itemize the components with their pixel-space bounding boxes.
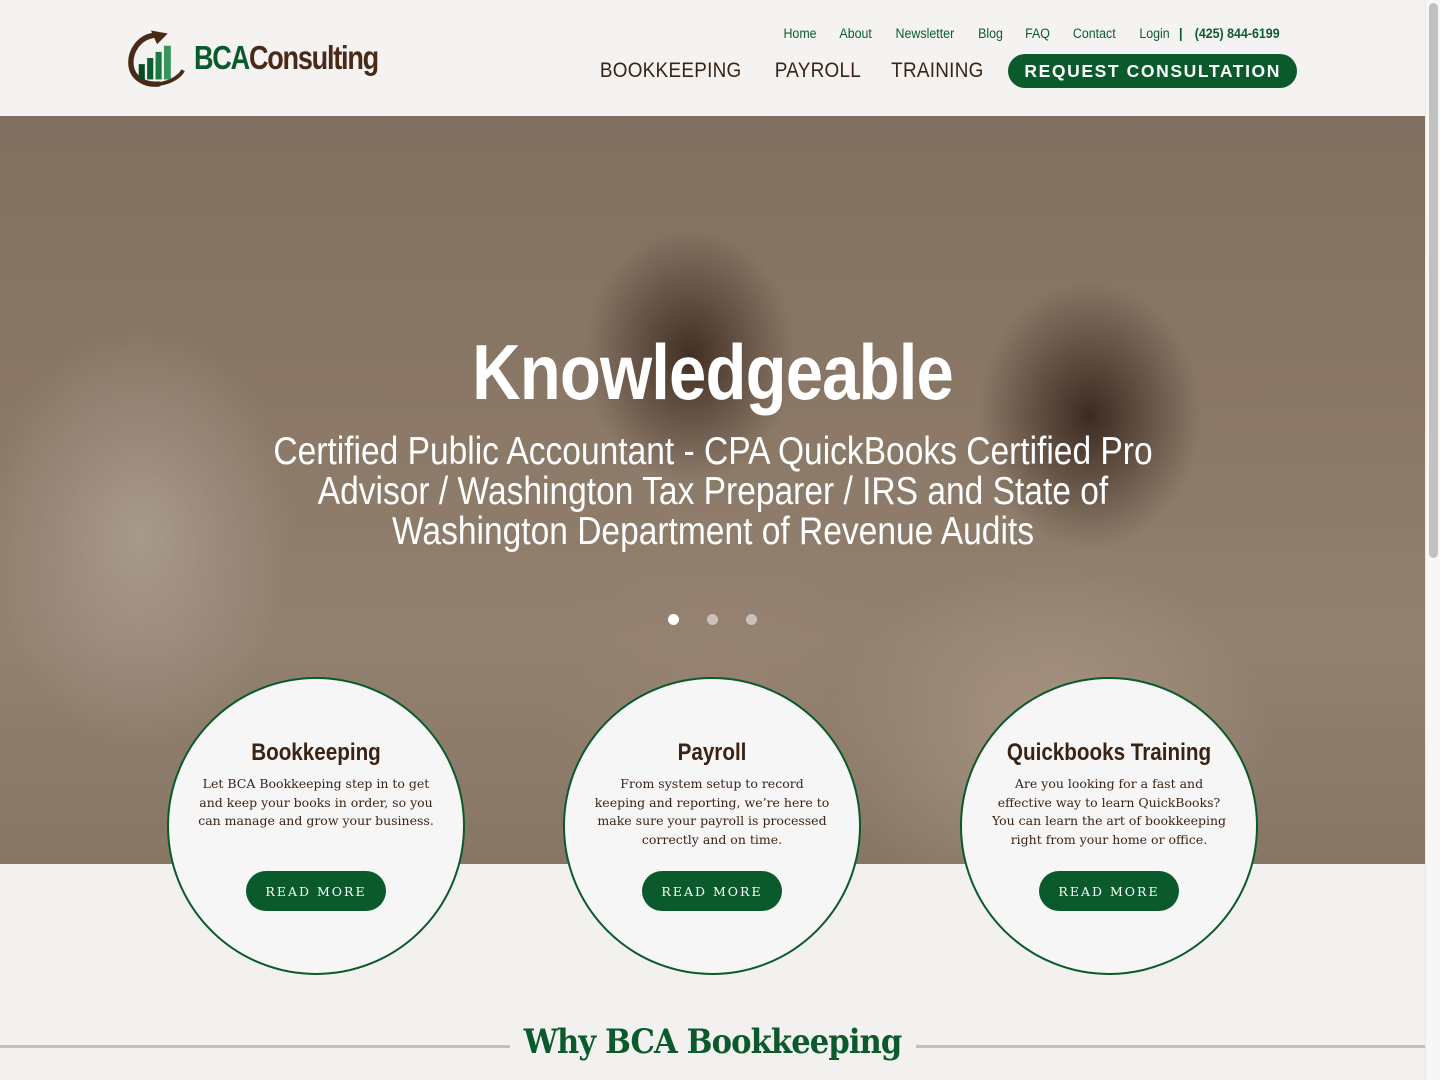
- nav-login-link[interactable]: Login: [1139, 26, 1169, 41]
- request-consultation-button[interactable]: REQUEST CONSULTATION: [1008, 54, 1297, 88]
- page-scrollbar[interactable]: [1425, 0, 1440, 1080]
- slider-dot-2[interactable]: [707, 614, 718, 625]
- card-title: Quickbooks Training: [1006, 739, 1212, 766]
- slider-dots: [0, 614, 1425, 625]
- nav-contact-link[interactable]: Contact: [1073, 26, 1116, 41]
- nav-newsletter-link[interactable]: Newsletter: [896, 26, 955, 41]
- card-title: Payroll: [677, 739, 747, 766]
- scrollbar-thumb[interactable]: [1429, 3, 1438, 558]
- card-text: Are you looking for a fast and effective…: [991, 776, 1227, 847]
- hero-title: Knowledgeable: [472, 328, 954, 416]
- nav-faq-link[interactable]: FAQ: [1025, 26, 1050, 41]
- nav-blog-link[interactable]: Blog: [978, 26, 1003, 41]
- main-nav: BOOKKEEPING PAYROLL TRAINING REQUEST CON…: [592, 54, 1297, 88]
- card-text: Let BCA Bookkeeping step in to get and k…: [198, 776, 434, 828]
- hero-subtitle: Certified Public Accountant - CPA QuickB…: [272, 430, 1153, 553]
- phone-link[interactable]: (425) 844-6199: [1194, 26, 1279, 41]
- site-header: BCAConsulting Home About Newsletter Blog…: [0, 0, 1425, 116]
- slider-dot-3[interactable]: [746, 614, 757, 625]
- logo-wordmark: BCAConsulting: [193, 39, 379, 77]
- logo-consulting: Consulting: [248, 39, 379, 76]
- logo[interactable]: BCAConsulting: [128, 20, 418, 96]
- utility-nav: Home About Newsletter Blog FAQ Contact L…: [762, 26, 1283, 41]
- card-title: Bookkeeping: [251, 739, 381, 766]
- read-more-button[interactable]: READ MORE: [246, 871, 386, 911]
- separator: |: [1178, 26, 1183, 41]
- nav-about-link[interactable]: About: [840, 26, 872, 41]
- service-card-payroll: Payroll From system setup to record keep…: [563, 677, 861, 975]
- nav-payroll[interactable]: PAYROLL: [775, 59, 861, 83]
- read-more-button[interactable]: READ MORE: [642, 871, 782, 911]
- card-text: From system setup to record keeping and …: [594, 776, 830, 847]
- slider-dot-1[interactable]: [668, 614, 679, 625]
- nav-bookkeeping[interactable]: BOOKKEEPING: [600, 59, 742, 83]
- hero-content: Knowledgeable Certified Public Accountan…: [0, 326, 1425, 552]
- nav-home-link[interactable]: Home: [784, 26, 817, 41]
- logo-bca: BCA: [193, 39, 250, 76]
- divider-right: [916, 1045, 1425, 1048]
- read-more-button[interactable]: READ MORE: [1039, 871, 1179, 911]
- logo-chart-arrow-icon: [128, 30, 185, 87]
- service-card-bookkeeping: Bookkeeping Let BCA Bookkeeping step in …: [167, 677, 465, 975]
- nav-training[interactable]: TRAINING: [891, 59, 983, 83]
- why-section: Why BCA Bookkeeping: [0, 1022, 1425, 1072]
- why-heading: Why BCA Bookkeeping: [523, 1022, 903, 1062]
- service-card-training: Quickbooks Training Are you looking for …: [960, 677, 1258, 975]
